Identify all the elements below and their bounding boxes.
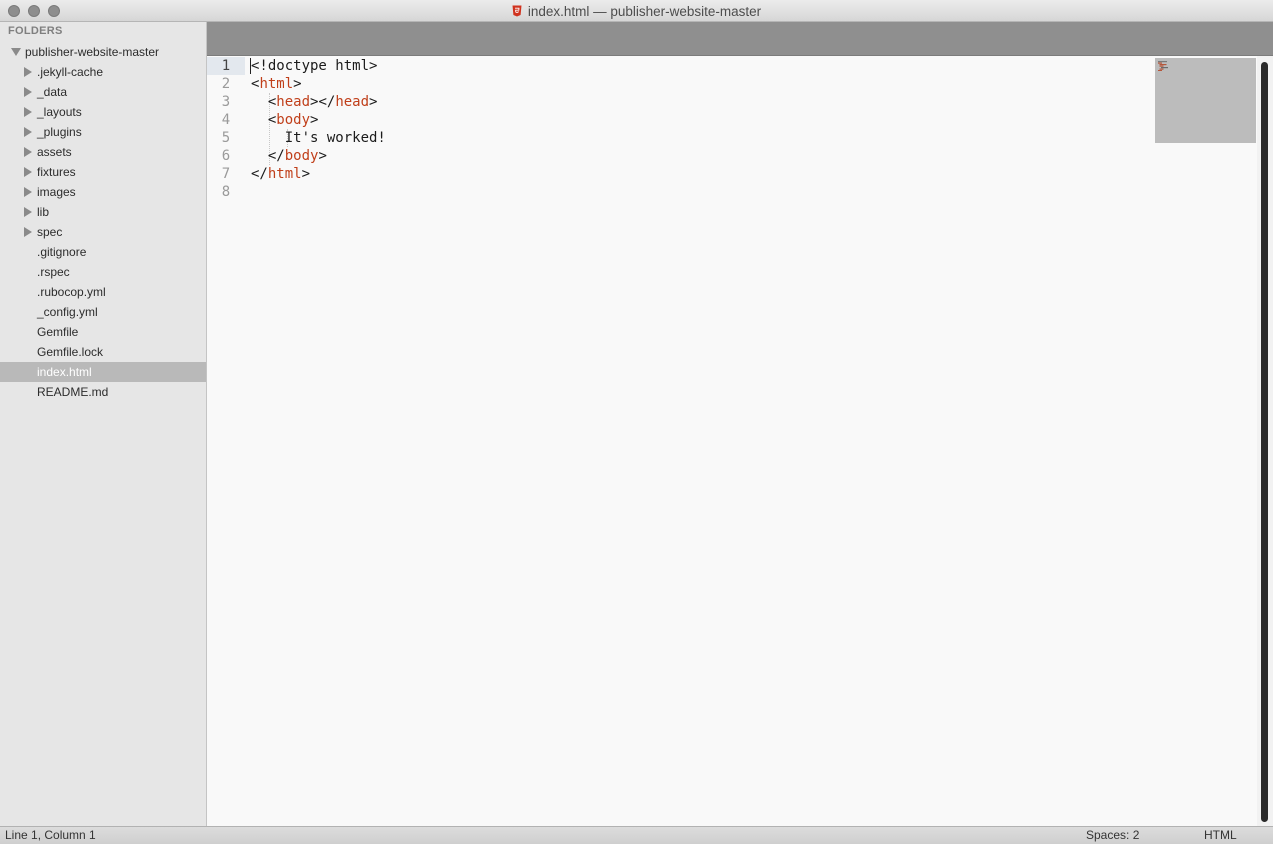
code-punct: ></ [310,94,336,110]
tree-file-selected[interactable]: index.html [0,362,206,382]
tree-label: .gitignore [37,245,87,259]
tree-folder[interactable]: assets [0,142,206,162]
vertical-scrollbar[interactable] [1257,56,1273,826]
sidebar: FOLDERS publisher-website-master .jekyll… [0,22,207,826]
chevron-down-icon[interactable] [11,48,21,56]
disclosure-triangle-icon[interactable] [24,127,32,137]
code-punct: > [369,94,378,110]
scrollbar-thumb[interactable] [1261,62,1268,822]
line-number: 5 [221,130,231,146]
tree-label: spec [37,225,63,239]
tree-root-folder[interactable]: publisher-website-master [0,42,206,62]
code-text: <!doctype html> [251,58,378,74]
tree-folder[interactable]: fixtures [0,162,206,182]
tree-file[interactable]: .rubocop.yml [0,282,206,302]
tree-label: Gemfile [37,325,79,339]
minimap-preview-icon [1158,61,1168,71]
tree-folder[interactable]: .jekyll-cache [0,62,206,82]
disclosure-triangle-icon[interactable] [24,147,32,157]
tree-label: .rspec [37,265,70,279]
tree-file[interactable]: Gemfile [0,322,206,342]
code-line[interactable]: <!doctype html> [251,57,377,75]
tree-file[interactable]: README.md [0,382,206,402]
code-tag: body [276,112,311,128]
tree-file[interactable]: .gitignore [0,242,206,262]
code-line[interactable]: </body> [251,147,327,165]
tree-label: index.html [37,365,92,379]
code-punct: > [301,166,311,182]
tree-file[interactable]: Gemfile.lock [0,342,206,362]
code-tag: html [267,166,302,182]
tree-label: assets [37,145,72,159]
cursor-position: Line 1, Column 1 [5,828,96,842]
tree-label: _layouts [37,105,82,119]
tree-label: lib [37,205,50,219]
code-tag: body [284,148,319,164]
disclosure-triangle-icon[interactable] [24,107,32,117]
code-editor[interactable]: 1 2 3 4 5 6 7 8 <!doctype html> <html> <… [207,56,1257,826]
tree-folder[interactable]: _layouts [0,102,206,122]
code-line[interactable]: It's worked! [251,129,386,147]
code-tag: html [259,76,294,92]
folders-header: FOLDERS [8,25,63,37]
tree-file[interactable]: .rspec [0,262,206,282]
tree-label: .rubocop.yml [37,285,106,299]
tree-label: fixtures [37,165,76,179]
disclosure-triangle-icon[interactable] [24,227,32,237]
disclosure-triangle-icon[interactable] [24,87,32,97]
code-line[interactable]: <body> [251,111,319,129]
tree-label: _plugins [37,125,82,139]
code-punct: > [310,112,319,128]
disclosure-triangle-icon[interactable] [24,187,32,197]
code-line[interactable]: </html> [251,165,310,183]
line-number: 7 [221,166,231,182]
code-tag: head [276,94,311,110]
disclosure-triangle-icon[interactable] [24,67,32,77]
tree-label: _config.yml [37,305,98,319]
code-line[interactable]: <head></head> [251,93,378,111]
minimap[interactable] [1155,58,1256,143]
tab-bar[interactable] [207,22,1273,56]
code-punct: > [318,148,327,164]
tree-folder[interactable]: _plugins [0,122,206,142]
tree-label: publisher-website-master [25,45,160,59]
tree-label: Gemfile.lock [37,345,104,359]
code-punct: > [293,76,302,92]
status-bar: Line 1, Column 1 Spaces: 2 HTML [0,826,1273,844]
line-number: 4 [221,112,231,128]
tree-label: _data [37,85,68,99]
disclosure-triangle-icon[interactable] [24,207,32,217]
disclosure-triangle-icon[interactable] [24,167,32,177]
code-tag: head [335,94,370,110]
tree-label: .jekyll-cache [37,65,104,79]
code-punct: </ [251,166,268,182]
tree-label: README.md [37,385,109,399]
syntax-selector[interactable]: HTML [1204,827,1237,844]
code-punct: </ [267,148,285,164]
line-number: 2 [221,76,231,92]
code-line[interactable]: <html> [251,75,302,93]
line-number: 6 [221,148,231,164]
line-number: 1 [207,57,245,75]
tree-folder[interactable]: lib [0,202,206,222]
window-title-group: index.html — publisher-website-master [0,0,1273,22]
tree-file[interactable]: _config.yml [0,302,206,322]
tree-folder[interactable]: spec [0,222,206,242]
title-bar[interactable]: index.html — publisher-website-master [0,0,1273,22]
line-number: 8 [221,184,231,200]
code-text: It's worked! [284,130,386,146]
tree-folder[interactable]: _data [0,82,206,102]
indentation-selector[interactable]: Spaces: 2 [1086,827,1139,844]
tree-label: images [37,185,76,199]
tree-folder[interactable]: images [0,182,206,202]
html-file-icon [512,5,522,17]
line-number: 3 [221,94,231,110]
window-title: index.html — publisher-website-master [527,3,762,19]
